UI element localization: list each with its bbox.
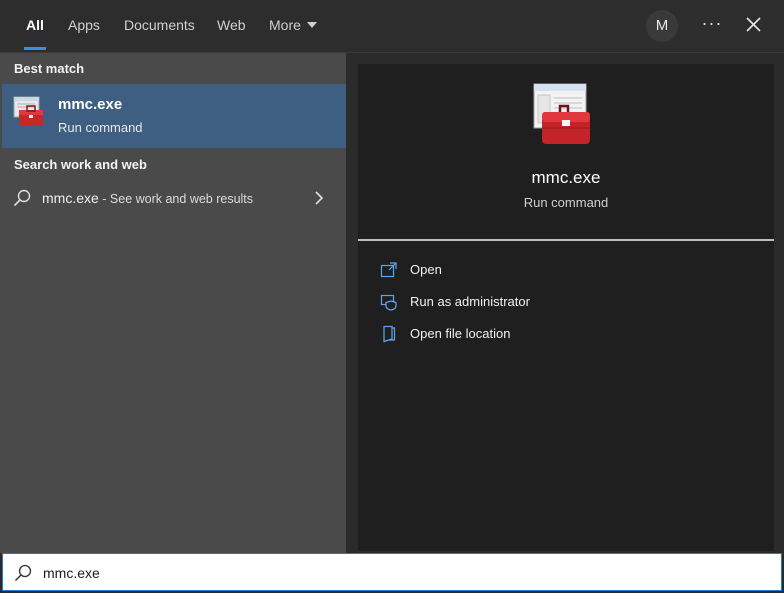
shield-icon <box>380 293 398 311</box>
toolbox-icon <box>13 96 45 130</box>
preview-subtitle: Run command <box>523 195 609 210</box>
start-search-window: All Apps Documents Web More M ··· Best m… <box>0 0 784 593</box>
open-icon <box>380 261 398 279</box>
toolbox-icon <box>532 82 594 148</box>
more-options-icon[interactable]: ··· <box>700 8 724 42</box>
tab-web[interactable]: Web <box>217 0 246 52</box>
tab-all[interactable]: All <box>24 0 46 52</box>
results-pane: Best match mmc.exe Run command Search wo… <box>0 53 346 553</box>
chevron-right-icon[interactable] <box>313 190 325 206</box>
close-button[interactable] <box>742 12 766 38</box>
top-bar: All Apps Documents Web More M ··· <box>0 0 784 53</box>
search-icon <box>12 188 32 208</box>
search-box[interactable] <box>2 553 782 591</box>
best-match-item[interactable]: mmc.exe Run command <box>2 84 346 148</box>
tab-apps[interactable]: Apps <box>68 0 100 52</box>
preview-pane: mmc.exe Run command Open Run as administ… <box>358 64 774 551</box>
divider <box>358 239 774 241</box>
run-as-admin-action[interactable]: Run as administrator <box>358 287 774 317</box>
tab-documents[interactable]: Documents <box>124 0 195 52</box>
web-result-item[interactable]: mmc.exe - See work and web results <box>2 183 346 213</box>
web-result-query: mmc.exe <box>42 190 99 206</box>
chevron-down-icon <box>306 22 317 28</box>
web-result-suffix: - See work and web results <box>98 192 254 206</box>
search-input[interactable] <box>41 558 745 588</box>
web-result-text: mmc.exe - See work and web results <box>42 190 253 206</box>
avatar[interactable]: M <box>646 10 678 42</box>
open-label: Open <box>410 262 442 277</box>
best-match-title: mmc.exe <box>58 96 123 113</box>
search-icon <box>13 563 33 583</box>
open-action[interactable]: Open <box>358 255 774 285</box>
close-icon <box>746 17 761 32</box>
open-file-location-label: Open file location <box>410 326 511 341</box>
web-header: Search work and web <box>14 157 147 172</box>
folder-location-icon <box>380 325 398 343</box>
best-match-header: Best match <box>14 61 85 76</box>
preview-title: mmc.exe <box>531 168 601 187</box>
run-as-admin-label: Run as administrator <box>410 294 530 309</box>
best-match-subtitle: Run command <box>58 120 143 135</box>
tab-more[interactable]: More <box>269 0 317 52</box>
open-file-location-action[interactable]: Open file location <box>358 319 774 349</box>
